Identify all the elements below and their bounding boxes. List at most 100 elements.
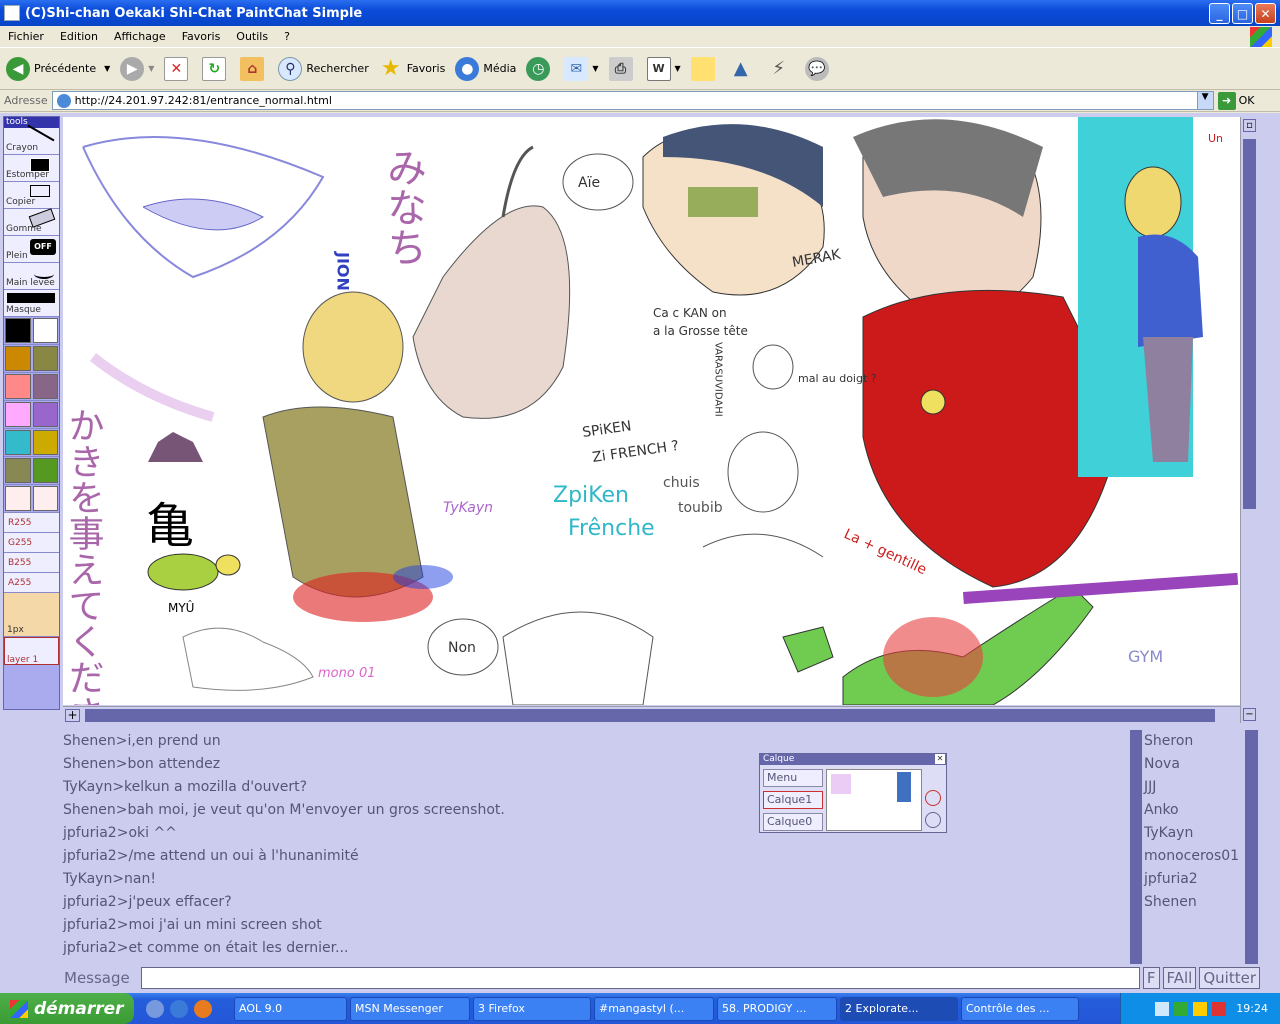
slider-alpha[interactable]: A255: [4, 573, 59, 593]
tool-main-levee[interactable]: Main levée: [4, 263, 59, 290]
task-aol[interactable]: AOL 9.0: [234, 996, 347, 1021]
color-swatch[interactable]: [32, 402, 58, 427]
task-firefox[interactable]: 3 Firefox: [473, 996, 591, 1021]
task-controle[interactable]: Contrôle des ...: [961, 996, 1079, 1021]
menu-favoris[interactable]: Favoris: [174, 30, 229, 43]
notes-button[interactable]: [690, 56, 719, 81]
media-button[interactable]: ● Média: [455, 56, 516, 81]
vertical-scroll-thumb[interactable]: [1243, 139, 1256, 509]
address-dropdown-icon[interactable]: ▼: [1196, 92, 1213, 109]
send-fall-button[interactable]: FAll: [1162, 967, 1197, 989]
user-item[interactable]: Nova: [1142, 753, 1260, 776]
layer-calque1[interactable]: Calque1: [763, 791, 823, 809]
menu-affichage[interactable]: Affichage: [106, 30, 174, 43]
favorites-button[interactable]: ★ Favoris: [379, 56, 445, 81]
back-dropdown-icon[interactable]: ▼: [104, 64, 110, 73]
zoom-in-icon[interactable]: +: [65, 709, 80, 722]
maximize-button[interactable]: □: [1232, 3, 1253, 24]
firefox-quick-icon[interactable]: [194, 999, 212, 1018]
task-irc[interactable]: #mangastyl (...: [594, 996, 714, 1021]
task-explorer[interactable]: 2 Explorate...: [840, 996, 958, 1021]
history-button[interactable]: ◷: [526, 56, 554, 81]
slider-green[interactable]: G255: [4, 533, 59, 553]
tool-plein[interactable]: Plein OFF: [4, 236, 59, 263]
aim-button[interactable]: ▲: [729, 57, 757, 81]
print-button[interactable]: ⎙: [608, 56, 637, 81]
color-swatch[interactable]: [5, 458, 31, 483]
color-swatch[interactable]: [5, 318, 31, 343]
color-swatch[interactable]: [32, 318, 58, 343]
color-swatch[interactable]: [32, 374, 58, 399]
brush-size-box[interactable]: 1px: [4, 593, 59, 637]
tool-crayon[interactable]: Crayon: [4, 124, 59, 155]
user-item[interactable]: monoceros01: [1142, 845, 1260, 868]
color-swatch[interactable]: [32, 430, 58, 455]
minimize-button[interactable]: _: [1209, 3, 1230, 24]
scroll-up-icon[interactable]: ▫: [1243, 119, 1256, 132]
menu-edition[interactable]: Edition: [52, 30, 106, 43]
tool-masque[interactable]: Masque: [4, 290, 59, 317]
edit-dropdown-icon[interactable]: ▼: [675, 64, 681, 73]
messenger-button[interactable]: 💬: [804, 56, 833, 81]
user-item[interactable]: jpfuria2: [1142, 868, 1260, 891]
ie-quick-icon[interactable]: [170, 999, 188, 1018]
forward-button[interactable]: ▶ ▼: [120, 56, 154, 81]
security-icon[interactable]: [1212, 1001, 1227, 1016]
canvas-horizontal-scrollbar[interactable]: +: [63, 706, 1240, 724]
go-button[interactable]: ➜ OK: [1217, 91, 1254, 110]
user-item[interactable]: Anko: [1142, 799, 1260, 822]
message-input[interactable]: [141, 967, 1140, 989]
task-prodigy[interactable]: 58. PRODIGY ...: [717, 996, 837, 1021]
layer0-visibility-toggle[interactable]: [925, 812, 941, 828]
refresh-button[interactable]: ↻: [202, 56, 230, 81]
task-msn[interactable]: MSN Messenger: [350, 996, 470, 1021]
home-button[interactable]: ⌂: [240, 56, 268, 81]
user-list-scrollbar[interactable]: [1245, 730, 1258, 964]
flash-button[interactable]: ⚡: [767, 57, 795, 81]
search-button[interactable]: ⚲ Rechercher: [278, 56, 369, 81]
address-input[interactable]: http://24.201.97.242:81/entrance_normal.…: [51, 91, 1214, 110]
slider-blue[interactable]: B255: [4, 553, 59, 573]
color-swatch[interactable]: [32, 346, 58, 371]
user-item[interactable]: TyKayn: [1142, 822, 1260, 845]
layer-close-icon[interactable]: ✕: [935, 754, 945, 764]
layer-menu-button[interactable]: Menu: [763, 769, 823, 787]
layer1-visibility-toggle[interactable]: [925, 790, 941, 806]
msn-tray-icon[interactable]: [1174, 1001, 1189, 1016]
layer-calque0[interactable]: Calque0: [763, 813, 823, 831]
canvas-vertical-scrollbar[interactable]: ▫ −: [1240, 117, 1258, 723]
color-swatch[interactable]: [5, 402, 31, 427]
tool-copier[interactable]: Copier: [4, 182, 59, 209]
send-f-button[interactable]: F: [1142, 967, 1160, 989]
close-button[interactable]: ✕: [1255, 3, 1276, 24]
quit-button[interactable]: Quitter: [1199, 967, 1260, 989]
mail-dropdown-icon[interactable]: ▼: [592, 64, 598, 73]
drawing-canvas[interactable]: 亀 みなち かきを事えてくださ Aïe Non TyKayn MYÛ mono …: [63, 117, 1240, 705]
layer-selector[interactable]: layer 1: [4, 637, 59, 665]
back-button[interactable]: ◀ Précédente ▼: [6, 56, 110, 81]
color-swatch[interactable]: [32, 486, 58, 511]
menu-fichier[interactable]: Fichier: [0, 30, 52, 43]
edit-button[interactable]: W ▼: [646, 56, 681, 81]
volume-icon[interactable]: [1193, 1001, 1208, 1016]
stop-button[interactable]: ✕: [164, 56, 192, 81]
scroll-down-icon[interactable]: −: [1243, 708, 1256, 721]
forward-dropdown-icon[interactable]: ▼: [148, 64, 154, 73]
tool-estomper[interactable]: Estomper: [4, 155, 59, 182]
user-item[interactable]: Sheron: [1142, 730, 1260, 753]
menu-outils[interactable]: Outils: [228, 30, 276, 43]
color-swatch[interactable]: [5, 346, 31, 371]
color-swatch[interactable]: [5, 430, 31, 455]
mail-button[interactable]: ✉ ▼: [564, 56, 599, 81]
start-button[interactable]: démarrer: [0, 993, 134, 1024]
color-swatch[interactable]: [5, 486, 31, 511]
color-swatch[interactable]: [32, 458, 58, 483]
horizontal-scroll-thumb[interactable]: [85, 709, 1215, 722]
slider-red[interactable]: R255: [4, 513, 59, 533]
menu-help[interactable]: ?: [276, 30, 298, 43]
color-swatch[interactable]: [5, 374, 31, 399]
network-icon[interactable]: [1155, 1001, 1170, 1016]
user-item[interactable]: Shenen: [1142, 891, 1260, 914]
tool-gomme[interactable]: Gomme: [4, 208, 59, 236]
user-item[interactable]: JJJ: [1142, 776, 1260, 799]
